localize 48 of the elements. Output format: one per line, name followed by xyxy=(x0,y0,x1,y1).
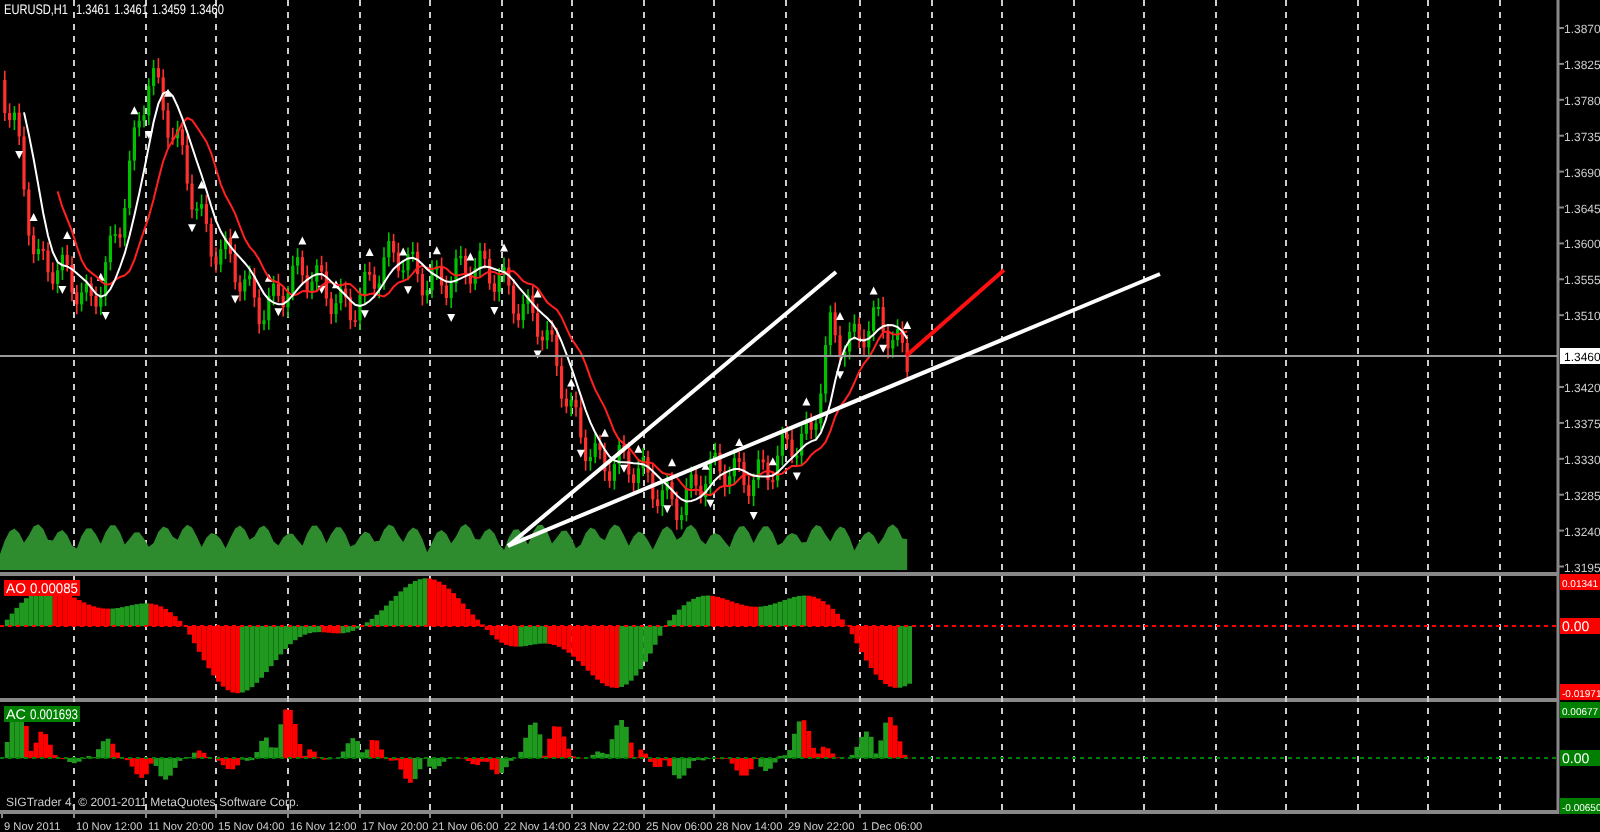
fractal-marker xyxy=(836,371,844,380)
fractal-marker xyxy=(836,312,844,321)
fractal-marker xyxy=(668,458,676,467)
trend-line[interactable] xyxy=(904,268,1006,358)
fractal-marker xyxy=(735,437,744,446)
fractal-marker xyxy=(96,272,105,281)
fractal-marker xyxy=(792,472,801,481)
fractal-marker xyxy=(466,252,475,261)
fractal-marker xyxy=(231,230,240,239)
fractal-marker xyxy=(576,449,585,458)
fractal-marker xyxy=(663,505,672,514)
fractal-marker xyxy=(500,243,508,252)
fractal-marker xyxy=(58,285,67,294)
fractal-marker xyxy=(144,131,153,140)
fractal-marker xyxy=(164,88,172,97)
fractal-marker xyxy=(567,378,576,387)
fractal-marker xyxy=(903,320,912,329)
fractal-marker xyxy=(706,499,715,508)
fractal-marker xyxy=(15,151,24,160)
fractal-marker xyxy=(533,289,542,298)
fractal-marker xyxy=(130,106,139,115)
fractal-marker xyxy=(399,247,408,256)
fractal-marker xyxy=(332,280,340,289)
fractal-marker xyxy=(869,286,878,295)
fractal-marker xyxy=(447,313,456,322)
fractal-marker xyxy=(298,236,307,245)
fractal-marker xyxy=(197,180,206,189)
fractal-marker xyxy=(360,310,369,319)
fractal-marker xyxy=(365,247,374,256)
fractal-marker xyxy=(879,344,888,353)
fractal-marker xyxy=(490,306,499,315)
fractal-marker xyxy=(701,461,710,470)
fractal-marker xyxy=(600,428,609,437)
fractal-marker xyxy=(63,230,72,239)
fractal-marker xyxy=(802,397,811,406)
fractal-marker xyxy=(264,273,273,282)
fractal-marker xyxy=(404,286,412,295)
fractal-marker xyxy=(620,464,628,473)
fractal-marker xyxy=(188,224,196,233)
fractal-marker xyxy=(29,212,38,221)
fractal-marker xyxy=(533,350,542,359)
fractal-marker xyxy=(634,444,643,453)
fractal-marker xyxy=(317,285,326,294)
fractal-marker xyxy=(231,295,240,304)
fractal-marker xyxy=(274,308,283,317)
fractal-marker xyxy=(768,457,777,466)
fractal-marker xyxy=(432,246,441,255)
fractal-marker xyxy=(101,312,110,321)
